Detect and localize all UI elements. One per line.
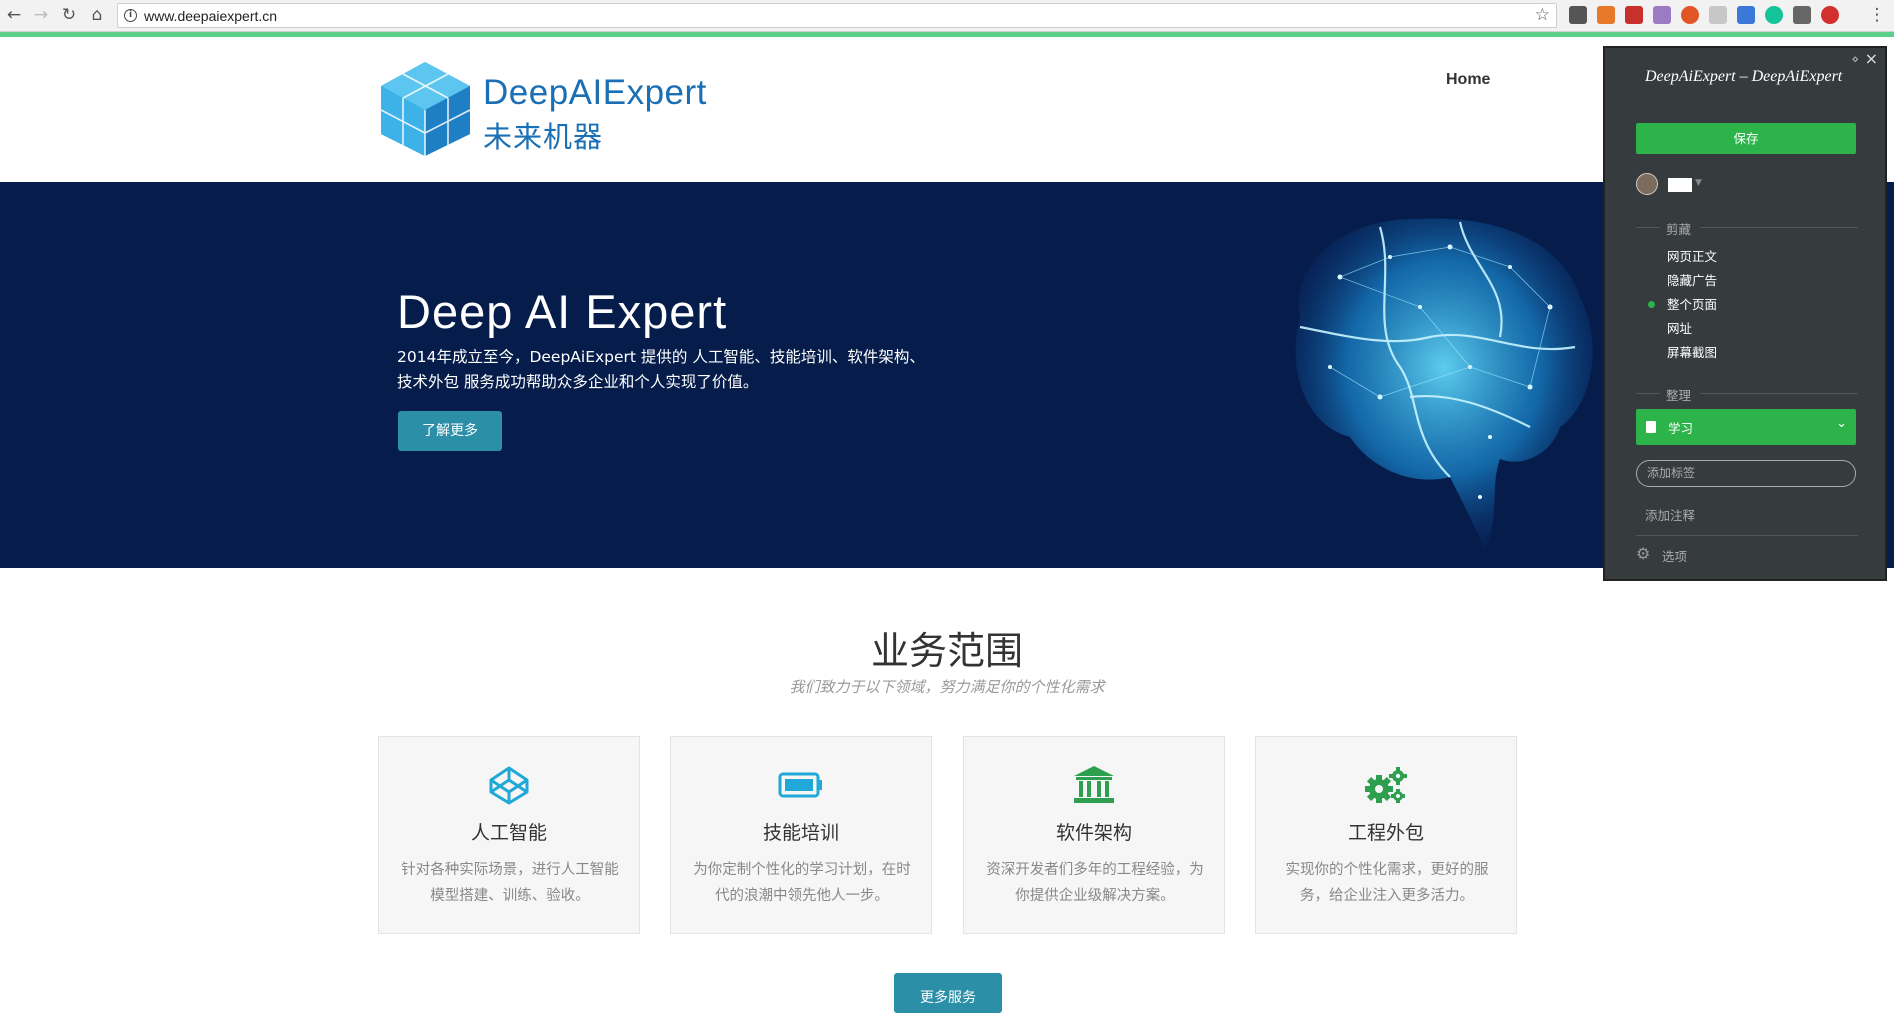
avatar[interactable] — [1636, 173, 1658, 195]
service-title: 人工智能 — [470, 822, 547, 844]
clip-title[interactable]: DeepAiExpert – DeepAiExpert — [1645, 68, 1857, 86]
logo-text[interactable]: DeepAIExpert — [483, 73, 707, 113]
tag-input[interactable]: 添加标签 — [1636, 460, 1856, 487]
bookmark-star-icon[interactable]: ☆ — [1535, 5, 1550, 25]
clip-option-simplified[interactable]: 隐藏广告 — [1667, 270, 1717, 289]
organize-section-label: 整理 — [1636, 385, 1858, 403]
codepen-icon — [489, 766, 529, 805]
nav-home-link[interactable]: Home — [1446, 71, 1490, 89]
service-description: 资深开发者们多年的工程经验，为你提供企业级解决方案。 — [986, 862, 1204, 904]
clip-section-label: 剪藏 — [1636, 219, 1858, 237]
more-services-button[interactable]: 更多服务 — [894, 973, 1002, 1013]
address-bar[interactable]: i www.deepaiexpert.cn ☆ — [117, 3, 1557, 28]
notebook-select[interactable]: 学习 ⌄ — [1636, 409, 1856, 445]
hero-description: 2014年成立至今，DeepAiExpert 提供的 人工智能、技能培训、软件架… — [397, 348, 925, 391]
extension-icon[interactable] — [1597, 6, 1615, 24]
service-title: 技能培训 — [762, 822, 839, 844]
learn-more-button[interactable]: 了解更多 — [398, 411, 502, 451]
home-icon[interactable]: ⌂ — [86, 4, 108, 26]
service-card-ai[interactable]: 人工智能 针对各种实际场景，进行人工智能模型搭建、训练、验收。 — [378, 736, 640, 934]
service-description: 为你定制个性化的学习计划，在时代的浪潮中领先他人一步。 — [693, 862, 911, 904]
gears-icon — [1365, 767, 1407, 803]
service-card-training[interactable]: 技能培训 为你定制个性化的学习计划，在时代的浪潮中领先他人一步。 — [670, 736, 932, 934]
service-card-outsourcing[interactable]: 工程外包 实现你的个性化需求，更好的服务，给企业注入更多活力。 — [1255, 736, 1517, 934]
hero-title: Deep AI Expert — [397, 285, 728, 338]
chevron-down-icon[interactable]: ▼ — [1695, 178, 1702, 188]
extension-icon[interactable] — [1653, 6, 1671, 24]
selected-dot-icon — [1648, 301, 1655, 308]
forward-arrow-icon[interactable]: → — [30, 4, 52, 26]
notebook-icon — [1646, 421, 1656, 433]
reload-icon[interactable]: ↻ — [58, 4, 80, 26]
save-button[interactable]: 保存 — [1636, 123, 1856, 154]
service-description: 针对各种实际场景，进行人工智能模型搭建、训练、验收。 — [401, 862, 619, 904]
pin-icon[interactable]: ⋄ — [1851, 52, 1859, 66]
account-name[interactable] — [1668, 178, 1692, 192]
gear-icon[interactable]: ⚙ — [1636, 544, 1650, 563]
web-clipper-panel: ⋄ × DeepAiExpert – DeepAiExpert 保存 ▼ 剪藏 … — [1603, 46, 1887, 581]
extension-icon[interactable] — [1625, 6, 1643, 24]
bank-icon — [1074, 766, 1114, 803]
logo-cube-icon[interactable] — [378, 60, 473, 158]
close-icon[interactable]: × — [1865, 49, 1878, 68]
grammarly-extension-icon[interactable] — [1765, 6, 1783, 24]
extension-icon[interactable] — [1681, 6, 1699, 24]
service-description: 实现你的个性化需求，更好的服务，给企业注入更多活力。 — [1285, 862, 1489, 904]
extension-evernote-icon[interactable] — [1569, 6, 1587, 24]
services-subtitle: 我们致力于以下领域，努力满足你的个性化需求 — [789, 678, 1105, 696]
notebook-name: 学习 — [1668, 421, 1694, 436]
add-note-link[interactable]: 添加注释 — [1645, 505, 1695, 524]
service-title: 软件架构 — [1055, 822, 1132, 844]
extension-icon[interactable] — [1821, 6, 1839, 24]
services-title: 业务范围 — [870, 629, 1023, 673]
translate-extension-icon[interactable] — [1737, 6, 1755, 24]
extension-icon[interactable] — [1709, 6, 1727, 24]
back-arrow-icon[interactable]: ← — [3, 4, 25, 26]
menu-icon[interactable]: ⋮ — [1866, 4, 1888, 26]
service-card-architecture[interactable]: 软件架构 资深开发者们多年的工程经验，为你提供企业级解决方案。 — [963, 736, 1225, 934]
service-title: 工程外包 — [1347, 822, 1424, 844]
chevron-down-icon: ⌄ — [1836, 416, 1847, 431]
clip-option-screenshot[interactable]: 屏幕截图 — [1667, 342, 1717, 361]
browser-toolbar: ← → ↻ ⌂ i www.deepaiexpert.cn ☆ ⋮ — [0, 0, 1894, 32]
logo-subtitle[interactable]: 未来机器 — [483, 114, 603, 156]
clip-option-article[interactable]: 网页正文 — [1667, 246, 1717, 265]
brain-network-illustration — [1295, 218, 1593, 550]
clip-option-url[interactable]: 网址 — [1667, 318, 1692, 337]
extension-icon[interactable] — [1793, 6, 1811, 24]
divider — [1636, 535, 1858, 536]
url-text[interactable]: www.deepaiexpert.cn — [144, 8, 277, 24]
site-info-icon[interactable]: i — [124, 9, 137, 22]
battery-icon — [778, 772, 822, 798]
clip-option-full-page[interactable]: 整个页面 — [1667, 294, 1717, 313]
options-link[interactable]: 选项 — [1662, 546, 1687, 565]
